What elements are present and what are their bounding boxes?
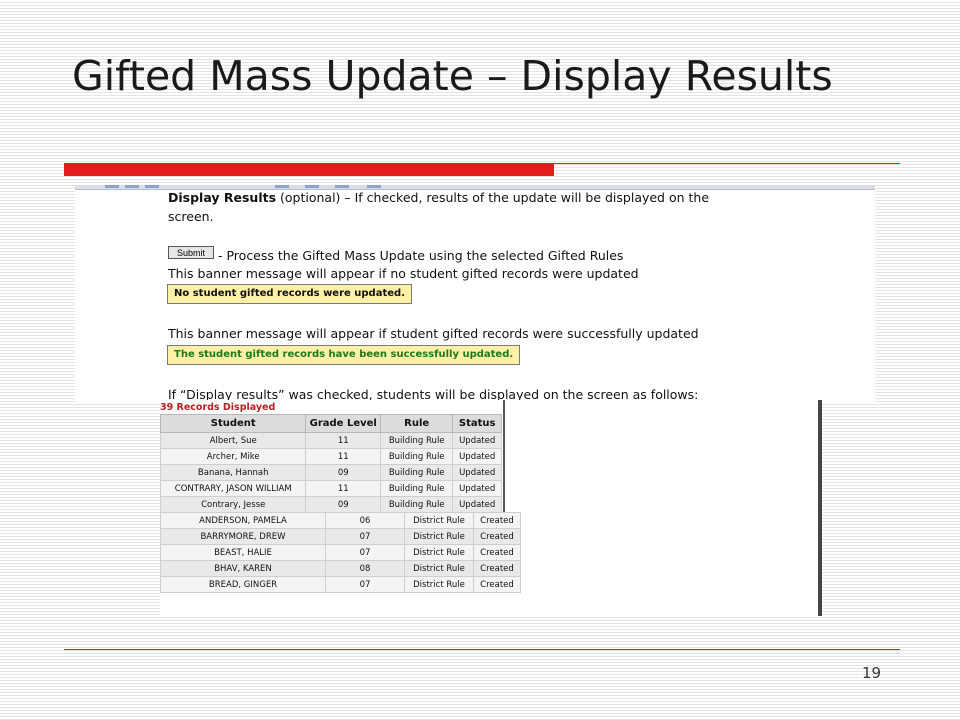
- banner-success-intro: This banner message will appear if stude…: [168, 326, 699, 341]
- toolbar-button-icon: [125, 185, 139, 188]
- cell-status: Created: [473, 544, 521, 561]
- submit-button[interactable]: Submit: [168, 246, 214, 259]
- cell-rule: Building Rule: [380, 496, 454, 513]
- submit-description: - Process the Gifted Mass Update using t…: [218, 248, 624, 263]
- cell-status: Created: [473, 560, 521, 577]
- cell-grade: 11: [305, 448, 382, 465]
- table-row[interactable]: Banana, Hannah 09 Building Rule Updated: [159, 464, 502, 481]
- cell-status: Created: [473, 576, 521, 593]
- window-border: [503, 400, 505, 512]
- display-results-text-2: screen.: [168, 209, 214, 224]
- cell-rule: District Rule: [404, 512, 474, 529]
- table-row[interactable]: BEAST, HALIE 07 District Rule Created: [160, 544, 521, 561]
- banner-success: The student gifted records have been suc…: [167, 345, 521, 365]
- window-right-border: [818, 400, 822, 616]
- table-row[interactable]: BARRYMORE, DREW 07 District Rule Created: [160, 528, 521, 545]
- banner-no-records-updated: No student gifted records were updated.: [167, 284, 412, 304]
- cell-rule: Building Rule: [380, 480, 454, 497]
- cell-grade: 07: [325, 528, 405, 545]
- toolbar-button-icon: [275, 185, 289, 188]
- table-row[interactable]: BREAD, GINGER 07 District Rule Created: [160, 576, 521, 593]
- cell-grade: 06: [325, 512, 405, 529]
- cell-student: CONTRARY, JASON WILLIAM: [159, 480, 307, 497]
- toolbar-button-icon: [305, 185, 319, 188]
- cell-status: Updated: [452, 464, 502, 481]
- cell-student: Contrary, Jesse: [159, 496, 307, 513]
- cell-rule: Building Rule: [380, 464, 454, 481]
- toolbar-button-icon: [105, 185, 119, 188]
- cell-rule: District Rule: [404, 560, 474, 577]
- cell-status: Updated: [452, 496, 502, 513]
- screenshot-results: 39 Records Displayed Student Grade Level…: [159, 400, 822, 615]
- cell-grade: 09: [305, 464, 382, 481]
- cell-rule: District Rule: [404, 576, 474, 593]
- cell-status: Updated: [452, 480, 502, 497]
- footer-divider: [64, 649, 900, 650]
- display-results-label: Display Results: [168, 190, 277, 205]
- cell-student: ANDERSON, PAMELA: [160, 512, 326, 529]
- cell-grade: 08: [325, 560, 405, 577]
- title-underline-line: [554, 163, 900, 164]
- cell-student: BREAD, GINGER: [160, 576, 326, 593]
- cell-status: Created: [473, 512, 521, 529]
- cell-grade: 11: [305, 432, 382, 449]
- slide-title: Gifted Mass Update – Display Results: [72, 52, 833, 100]
- cell-student: Banana, Hannah: [159, 464, 307, 481]
- cell-student: Albert, Sue: [159, 432, 307, 449]
- cell-status: Updated: [452, 432, 502, 449]
- column-header-grade-level[interactable]: Grade Level: [305, 414, 382, 433]
- screenshot-instructions: Display Results (optional) – If checked,…: [75, 185, 875, 403]
- column-header-student[interactable]: Student: [159, 414, 307, 433]
- cell-student: Archer, Mike: [159, 448, 307, 465]
- page-number: 19: [862, 664, 882, 682]
- cell-grade: 07: [325, 544, 405, 561]
- toolbar-button-icon: [335, 185, 349, 188]
- cell-student: BARRYMORE, DREW: [160, 528, 326, 545]
- cell-rule: District Rule: [404, 528, 474, 545]
- table-row[interactable]: Contrary, Jesse 09 Building Rule Updated: [159, 496, 502, 513]
- results-table-district: ANDERSON, PAMELA 06 District Rule Create…: [160, 512, 521, 593]
- display-results-text: (optional) – If checked, results of the …: [276, 190, 710, 205]
- table-row[interactable]: Archer, Mike 11 Building Rule Updated: [159, 448, 502, 465]
- table-header-row: Student Grade Level Rule Status: [159, 414, 502, 433]
- table-row[interactable]: BHAV, KAREN 08 District Rule Created: [160, 560, 521, 577]
- table-row[interactable]: CONTRARY, JASON WILLIAM 11 Building Rule…: [159, 480, 502, 497]
- cell-student: BEAST, HALIE: [160, 544, 326, 561]
- cell-rule: Building Rule: [380, 448, 454, 465]
- cell-rule: District Rule: [404, 544, 474, 561]
- cell-status: Updated: [452, 448, 502, 465]
- display-results-description: Display Results (optional) – If checked,…: [168, 190, 709, 205]
- toolbar-button-icon: [367, 185, 381, 188]
- table-row[interactable]: ANDERSON, PAMELA 06 District Rule Create…: [160, 512, 521, 529]
- cell-grade: 11: [305, 480, 382, 497]
- banner-none-intro: This banner message will appear if no st…: [168, 266, 639, 281]
- cell-rule: Building Rule: [380, 432, 454, 449]
- cell-status: Created: [473, 528, 521, 545]
- cell-student: BHAV, KAREN: [160, 560, 326, 577]
- cell-grade: 07: [325, 576, 405, 593]
- records-displayed-count: 39 Records Displayed: [160, 402, 276, 413]
- toolbar-button-icon: [145, 185, 159, 188]
- results-table-building: Student Grade Level Rule Status Albert, …: [159, 414, 502, 513]
- column-header-status[interactable]: Status: [452, 414, 502, 433]
- table-row[interactable]: Albert, Sue 11 Building Rule Updated: [159, 432, 502, 449]
- title-underline-bar: [64, 163, 554, 176]
- cell-grade: 09: [305, 496, 382, 513]
- column-header-rule[interactable]: Rule: [380, 414, 454, 433]
